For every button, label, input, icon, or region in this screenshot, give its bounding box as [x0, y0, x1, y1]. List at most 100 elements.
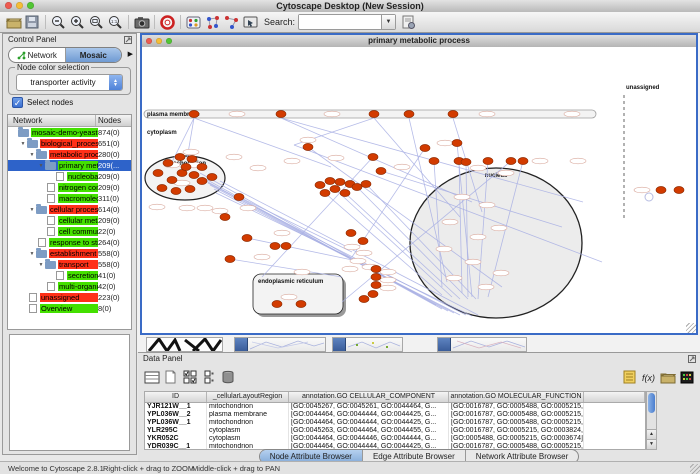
- tree-row[interactable]: nitrogen compo209(0): [8, 182, 131, 193]
- dropdown-stepper-icon[interactable]: ▲▼: [109, 75, 122, 90]
- snapshot-icon[interactable]: [132, 13, 151, 31]
- import-attributes-icon[interactable]: [658, 368, 677, 386]
- network-node[interactable]: [276, 111, 286, 118]
- select-attributes-icon[interactable]: [142, 368, 161, 386]
- network-node[interactable]: [225, 256, 235, 263]
- attribute-table[interactable]: ID_cellularLayoutRegionannotation.GO CEL…: [144, 391, 646, 450]
- network-node[interactable]: [330, 186, 340, 193]
- network-node[interactable]: [346, 230, 356, 237]
- network-node[interactable]: [272, 301, 282, 308]
- network-node[interactable]: [187, 156, 197, 163]
- network-node[interactable]: [452, 140, 462, 147]
- minimized-window-3[interactable]: [437, 337, 527, 352]
- app-resize-grip[interactable]: [690, 464, 700, 474]
- zoom-in-icon[interactable]: [68, 13, 87, 31]
- minimized-window-overview[interactable]: [146, 337, 223, 352]
- network-node[interactable]: [296, 301, 306, 308]
- expand-arrow-icon[interactable]: ▼: [28, 152, 36, 158]
- network-node[interactable]: [153, 170, 163, 177]
- network-canvas-area[interactable]: plasma membrane cytoplasm mitochondrion …: [142, 47, 696, 333]
- layout-grid-icon[interactable]: [203, 13, 222, 31]
- select-nodes-checkbox[interactable]: ✓: [12, 97, 23, 108]
- network-node[interactable]: [518, 158, 528, 165]
- tree-row[interactable]: multi-organism pro42(0): [8, 281, 131, 292]
- zoom-selected-region-icon[interactable]: [87, 13, 106, 31]
- tree-row[interactable]: cell communicat22(0): [8, 226, 131, 237]
- table-column-header[interactable]: ID: [145, 392, 207, 402]
- network-node[interactable]: [371, 282, 381, 289]
- tree-row[interactable]: ▼biological_process651(0): [8, 138, 131, 149]
- network-node[interactable]: [197, 178, 207, 185]
- tree-row[interactable]: response to stimulu264(0): [8, 237, 131, 248]
- network-node[interactable]: [404, 111, 414, 118]
- network-node[interactable]: [361, 181, 371, 188]
- network-node[interactable]: [270, 243, 280, 250]
- network-node[interactable]: [185, 186, 195, 193]
- network-node[interactable]: [315, 182, 325, 189]
- table-column-header[interactable]: annotation.GO MOLECULAR_FUNCTION: [449, 392, 584, 402]
- tree-row[interactable]: ▼metabolic process280(0): [8, 149, 131, 160]
- table-row[interactable]: YLR295Ccytoplasm[GO:0045263, GO:0044464,…: [145, 427, 645, 435]
- tree-row[interactable]: ▼cellular process614(0): [8, 204, 131, 215]
- vizmapper-icon[interactable]: [184, 13, 203, 31]
- network-node[interactable]: [242, 235, 252, 242]
- network-node[interactable]: [234, 194, 244, 201]
- window-resize-grip[interactable]: [686, 323, 696, 333]
- tab-network[interactable]: Network: [9, 48, 65, 62]
- attribute-batch-icon[interactable]: [180, 368, 199, 386]
- table-row[interactable]: YJR121W__1mitochondrion[GO:0045267, GO:0…: [145, 403, 645, 411]
- tree-row[interactable]: mosaic-demo-yeast874(0): [8, 127, 131, 138]
- search-input[interactable]: [299, 15, 381, 27]
- network-node[interactable]: [483, 158, 493, 165]
- delete-attribute-icon[interactable]: [218, 368, 237, 386]
- expand-arrow-icon[interactable]: ▼: [19, 141, 27, 147]
- tree-row[interactable]: ▼establishment of lo558(0): [8, 248, 131, 259]
- search-dropdown-arrow-icon[interactable]: ▼: [381, 15, 395, 29]
- table-row[interactable]: YPL036W__2plasma membrane[GO:0044464, GO…: [145, 411, 645, 419]
- network-node[interactable]: [220, 214, 230, 221]
- save-session-icon[interactable]: [23, 13, 42, 31]
- attribute-list-icon[interactable]: [620, 368, 639, 386]
- expand-arrow-icon[interactable]: ▼: [28, 251, 36, 257]
- network-node[interactable]: [340, 190, 350, 197]
- expand-arrow-icon[interactable]: ▼: [37, 262, 45, 268]
- layout-spring-icon[interactable]: [222, 13, 241, 31]
- network-node[interactable]: [368, 154, 378, 161]
- search-config-icon[interactable]: [399, 13, 418, 31]
- network-node[interactable]: [376, 168, 386, 175]
- network-node[interactable]: [371, 274, 381, 281]
- float-panel-icon[interactable]: [124, 36, 132, 48]
- open-session-icon[interactable]: [4, 13, 23, 31]
- network-node[interactable]: [303, 144, 313, 151]
- network-node[interactable]: [674, 187, 684, 194]
- tree-row[interactable]: Overview8(0): [8, 303, 131, 314]
- network-node[interactable]: [167, 177, 177, 184]
- scroll-up-icon[interactable]: ▲: [647, 429, 656, 439]
- tree-row[interactable]: ▼transport558(0): [8, 259, 131, 270]
- tree-row[interactable]: cellular metabo209(0): [8, 215, 131, 226]
- node-color-dropdown[interactable]: transporter activity ▲▼: [16, 74, 123, 91]
- column-nodes[interactable]: Nodes: [95, 115, 131, 126]
- expand-arrow-icon[interactable]: ▼: [28, 207, 36, 213]
- minimized-window-2[interactable]: [332, 337, 403, 352]
- minimized-window-1[interactable]: [234, 337, 326, 352]
- network-node[interactable]: [656, 187, 666, 194]
- zoom-fit-icon[interactable]: 1:1: [106, 13, 125, 31]
- table-row[interactable]: YPL036W__1mitochondrion[GO:0044464, GO:0…: [145, 419, 645, 427]
- table-scrollbar[interactable]: ▲ ▼: [646, 391, 657, 450]
- scrollbar-thumb[interactable]: [648, 393, 655, 413]
- network-node[interactable]: [359, 296, 369, 303]
- network-node[interactable]: [358, 238, 368, 245]
- network-node[interactable]: [281, 243, 291, 250]
- table-column-header[interactable]: annotation.GO CELLULAR_COMPONENT: [289, 392, 449, 402]
- network-node[interactable]: [163, 160, 173, 167]
- zoom-out-icon[interactable]: [49, 13, 68, 31]
- birdseye-view[interactable]: [9, 334, 130, 451]
- network-node[interactable]: [352, 184, 362, 191]
- expand-arrow-icon[interactable]: ▼: [37, 163, 45, 169]
- search-combobox[interactable]: ▼: [298, 14, 396, 30]
- network-node[interactable]: [171, 188, 181, 195]
- table-column-header[interactable]: _cellularLayoutRegion: [207, 392, 289, 402]
- new-attribute-icon[interactable]: [161, 368, 180, 386]
- network-node[interactable]: [448, 111, 458, 118]
